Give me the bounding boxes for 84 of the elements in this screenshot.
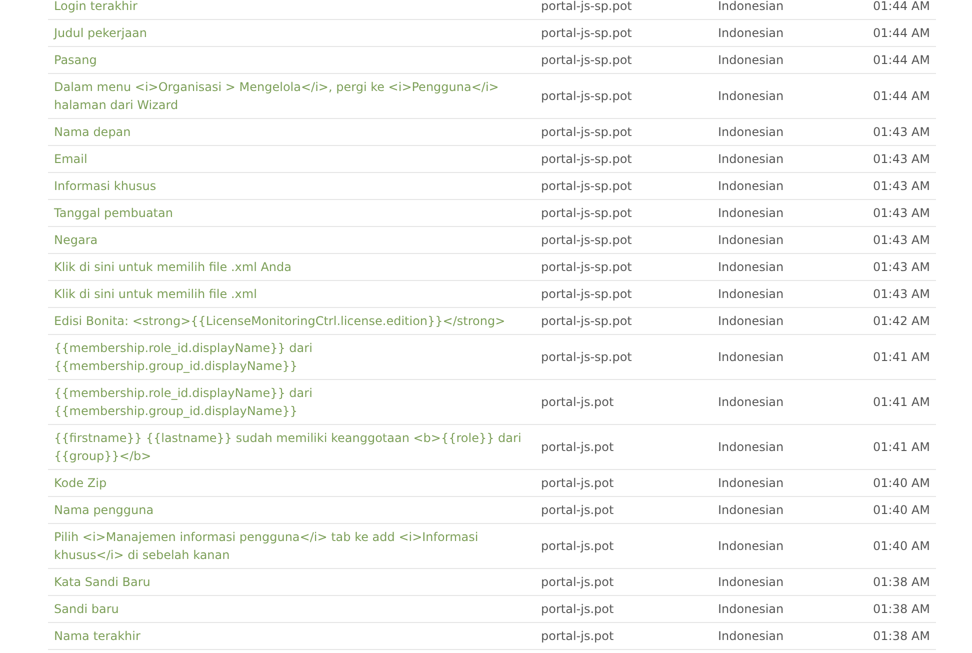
language-name: Indonesian — [718, 314, 784, 328]
file-name: portal-js-sp.pot — [541, 206, 632, 220]
string-link[interactable]: Pasang — [54, 51, 529, 69]
language-name: Indonesian — [718, 575, 784, 589]
file-name: portal-js-sp.pot — [541, 0, 632, 13]
string-link[interactable]: Sandi baru — [54, 600, 529, 618]
language-name: Indonesian — [718, 440, 784, 454]
file-name: portal-js.pot — [541, 503, 614, 517]
string-link[interactable]: Nama depan — [54, 123, 529, 141]
time-text: 01:43 AM — [873, 260, 930, 274]
language-name: Indonesian — [718, 125, 784, 139]
string-link[interactable]: Negara — [54, 231, 529, 249]
time-text: 01:44 AM — [873, 89, 930, 103]
file-name: portal-js-sp.pot — [541, 89, 632, 103]
string-link[interactable]: {{firstname}} {{lastname}} sudah memiliki keanggotaan <b>{{role}} dari {{group}}</b> — [54, 429, 529, 465]
time-text: 01:38 AM — [873, 602, 930, 616]
file-name: portal-js-sp.pot — [541, 53, 632, 67]
time-text: 01:43 AM — [873, 287, 930, 301]
file-name: portal-js.pot — [541, 476, 614, 490]
file-name: portal-js.pot — [541, 440, 614, 454]
string-link[interactable]: Edisi Bonita: <strong>{{LicenseMonitoringCtrl.license.edition}}</strong> — [54, 312, 529, 330]
language-name: Indonesian — [718, 26, 784, 40]
language-name: Indonesian — [718, 0, 784, 13]
string-link[interactable]: Email — [54, 150, 529, 168]
time-text: 01:40 AM — [873, 539, 930, 553]
file-name: portal-js-sp.pot — [541, 125, 632, 139]
time-text: 01:44 AM — [873, 53, 930, 67]
language-name: Indonesian — [718, 179, 784, 193]
string-link[interactable]: {{membership.role_id.displayName}} dari {{membership.group_id.displayName}} — [54, 384, 529, 420]
language-name: Indonesian — [718, 539, 784, 553]
file-name: portal-js-sp.pot — [541, 233, 632, 247]
time-text: 01:40 AM — [873, 503, 930, 517]
string-link[interactable]: Dalam menu <i>Organisasi > Mengelola</i>, pergi ke <i>Pengguna</i> halaman dari Wizard — [54, 78, 529, 114]
file-name: portal-js-sp.pot — [541, 287, 632, 301]
file-name: portal-js-sp.pot — [541, 314, 632, 328]
time-text: 01:43 AM — [873, 206, 930, 220]
string-link[interactable]: Kode Zip — [54, 474, 529, 492]
language-name: Indonesian — [718, 260, 784, 274]
time-text: 01:41 AM — [873, 350, 930, 364]
file-name: portal-js.pot — [541, 395, 614, 409]
time-text: 01:44 AM — [873, 0, 930, 13]
string-link[interactable]: Informasi khusus — [54, 177, 529, 195]
time-text: 01:43 AM — [873, 125, 930, 139]
language-name: Indonesian — [718, 395, 784, 409]
language-name: Indonesian — [718, 206, 784, 220]
time-text: 01:38 AM — [873, 629, 930, 643]
file-name: portal-js-sp.pot — [541, 179, 632, 193]
language-name: Indonesian — [718, 89, 784, 103]
file-name: portal-js-sp.pot — [541, 26, 632, 40]
string-link[interactable]: Login terakhir — [54, 0, 529, 15]
file-name: portal-js-sp.pot — [541, 350, 632, 364]
language-name: Indonesian — [718, 503, 784, 517]
language-name: Indonesian — [718, 350, 784, 364]
time-text: 01:43 AM — [873, 152, 930, 166]
language-name: Indonesian — [718, 602, 784, 616]
string-link[interactable]: Pilih <i>Manajemen informasi pengguna</i> tab ke add <i>Informasi khusus</i> di sebelah kanan — [54, 528, 529, 564]
language-name: Indonesian — [718, 476, 784, 490]
time-text: 01:43 AM — [873, 179, 930, 193]
string-link[interactable]: Klik di sini untuk memilih file .xml Anda — [54, 258, 529, 276]
time-text: 01:38 AM — [873, 575, 930, 589]
string-link[interactable]: Nama terakhir — [54, 627, 529, 645]
language-name: Indonesian — [718, 287, 784, 301]
string-link[interactable]: Nama pengguna — [54, 501, 529, 519]
file-name: portal-js.pot — [541, 575, 614, 589]
time-text: 01:44 AM — [873, 26, 930, 40]
file-name: portal-js-sp.pot — [541, 260, 632, 274]
file-name: portal-js.pot — [541, 629, 614, 643]
time-text: 01:42 AM — [873, 314, 930, 328]
string-link[interactable]: {{membership.role_id.displayName}} dari {{membership.group_id.displayName}} — [54, 339, 529, 375]
time-text: 01:43 AM — [873, 233, 930, 247]
language-name: Indonesian — [718, 233, 784, 247]
time-text: 01:41 AM — [873, 440, 930, 454]
time-text: 01:40 AM — [873, 476, 930, 490]
language-name: Indonesian — [718, 629, 784, 643]
string-link[interactable]: Judul pekerjaan — [54, 24, 529, 42]
string-link[interactable]: Klik di sini untuk memilih file .xml — [54, 285, 529, 303]
string-link[interactable]: Kata Sandi Baru — [54, 573, 529, 591]
file-name: portal-js-sp.pot — [541, 152, 632, 166]
language-name: Indonesian — [718, 53, 784, 67]
string-link[interactable]: Tanggal pembuatan — [54, 204, 529, 222]
file-name: portal-js.pot — [541, 539, 614, 553]
file-name: portal-js.pot — [541, 602, 614, 616]
time-text: 01:41 AM — [873, 395, 930, 409]
language-name: Indonesian — [718, 152, 784, 166]
